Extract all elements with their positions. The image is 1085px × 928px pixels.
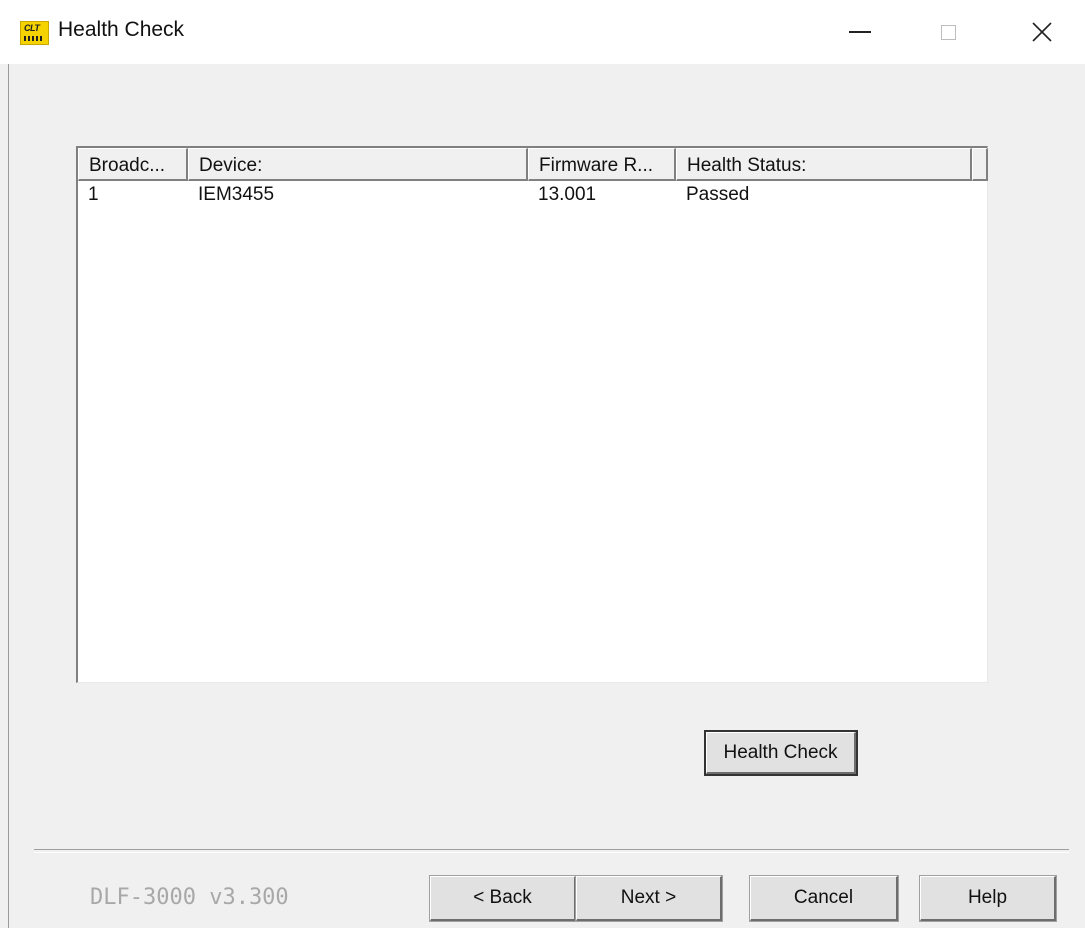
- list-row[interactable]: 1 IEM3455 13.001 Passed: [78, 184, 987, 210]
- app-logo-icon: CLT: [20, 21, 49, 45]
- device-list[interactable]: Broadc... Device: Firmware R... Health S…: [76, 146, 988, 683]
- window-border: [8, 0, 9, 928]
- cell-health-status: Passed: [686, 184, 750, 205]
- footer-separator: [34, 849, 1069, 853]
- column-header-health-status[interactable]: Health Status:: [676, 148, 972, 181]
- window-title: Health Check: [58, 18, 185, 41]
- cell-firmware: 13.001: [538, 184, 597, 205]
- help-button[interactable]: Help: [919, 875, 1057, 922]
- maximize-button: [926, 14, 970, 50]
- health-check-window: CLT Health Check Broadc... Device: Firmw…: [0, 0, 1085, 928]
- maximize-icon: [940, 24, 956, 40]
- next-button[interactable]: Next >: [575, 875, 723, 922]
- column-header-filler: [972, 148, 988, 181]
- health-check-button[interactable]: Health Check: [704, 730, 858, 776]
- close-button[interactable]: [1020, 14, 1064, 50]
- cell-broadcast: 1: [88, 184, 99, 205]
- minimize-button[interactable]: [838, 14, 882, 50]
- column-header-broadcast[interactable]: Broadc...: [78, 148, 188, 181]
- cell-device: IEM3455: [198, 184, 275, 205]
- cancel-button[interactable]: Cancel: [749, 875, 899, 922]
- back-button[interactable]: < Back: [429, 875, 577, 922]
- column-header-firmware[interactable]: Firmware R...: [528, 148, 676, 181]
- list-header: Broadc... Device: Firmware R... Health S…: [78, 148, 988, 183]
- column-header-device[interactable]: Device:: [188, 148, 528, 181]
- version-label: DLF-3000 v3.300: [90, 885, 289, 910]
- close-icon: [1032, 22, 1052, 42]
- title-bar[interactable]: CLT Health Check: [0, 0, 1085, 64]
- minimize-icon: [849, 31, 871, 33]
